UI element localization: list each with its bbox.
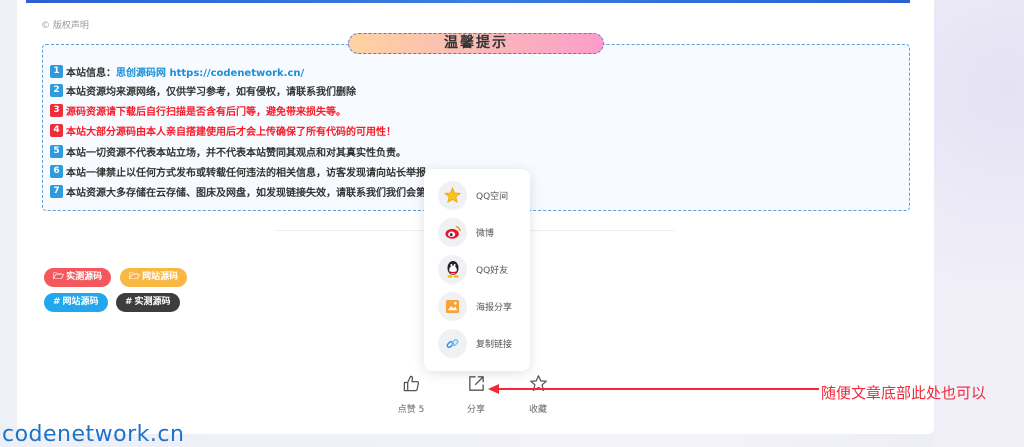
category-tag-2[interactable]: 🗁 网站源码: [120, 268, 188, 287]
notice-number-badge: 1: [50, 64, 63, 78]
notice-row-text: 本站资源大多存储在云存储、图床及网盘，如发现链接失效，请联系我们我们会第: [66, 187, 426, 199]
topic-tag-2[interactable]: # 实测源码: [116, 293, 180, 312]
notice-row-1: 1 本站信息： 思创源码网 https://codenetwork.cn/: [50, 63, 304, 79]
tag-label: 网站源码: [142, 272, 179, 282]
notice-row-2: 2 本站资源均来源网络，仅供学习参考，如有侵权，请联系我们删除: [50, 82, 356, 98]
favorite-button[interactable]: 收藏: [518, 374, 558, 415]
share-label: 分享: [466, 405, 485, 415]
thumbs-up-icon: [403, 375, 419, 392]
folder-icon: 🗁: [129, 272, 141, 282]
weibo-icon: [438, 217, 467, 247]
notice-row-text: 本站一律禁止以任何方式发布或转载任何违法的相关信息，访客发现请向站长举报: [66, 167, 426, 179]
qq-penguin-icon: [438, 254, 467, 284]
share-label: 微博: [476, 228, 495, 239]
site-watermark: codenetwork.cn: [2, 422, 185, 447]
notice-row-text: 源码资源请下载后自行扫描是否含有后门等，避免带来损失等。: [66, 106, 346, 118]
topic-tag-1[interactable]: # 网站源码: [44, 293, 108, 312]
share-icon: [468, 376, 484, 391]
article-top-bar: [26, 0, 910, 3]
notice-row-6: 6 本站一律禁止以任何方式发布或转载任何违法的相关信息，访客发现请向站长举报: [50, 163, 426, 179]
share-qq[interactable]: QQ好友: [438, 254, 508, 284]
folder-icon: 🗁: [53, 272, 65, 282]
share-weibo[interactable]: 微博: [438, 217, 494, 247]
notice-number-badge: 5: [50, 144, 63, 158]
notice-row-5: 5 本站一切资源不代表本站立场，并不代表本站赞同其观点和对其真实性负责。: [50, 143, 406, 159]
category-tag-1[interactable]: 🗁 实测源码: [44, 268, 112, 287]
link-icon: [438, 328, 467, 358]
share-label: 海报分享: [476, 302, 513, 313]
tag-label: 实测源码: [66, 272, 103, 282]
star-outline-icon: [529, 375, 547, 391]
notice-number-badge: 3: [50, 103, 63, 117]
page-background-decor: [934, 0, 1024, 447]
notice-row-text: 本站大部分源码由本人亲自搭建使用后才会上传确保了所有代码的可用性！: [66, 126, 396, 138]
notice-number-badge: 7: [50, 184, 63, 198]
tag-label: 网站源码: [62, 297, 99, 307]
notice-row-7: 7 本站资源大多存储在云存储、图床及网盘，如发现链接失效，请联系我们我们会第: [50, 183, 426, 199]
copyright-label: © 版权声明: [41, 21, 89, 31]
qzone-star-icon: [438, 180, 467, 210]
share-label: 复制链接: [476, 339, 513, 350]
annotation-arrow-line: [497, 388, 819, 390]
notice-row-text: 本站一切资源不代表本站立场，并不代表本站赞同其观点和对其真实性负责。: [66, 147, 406, 159]
annotation-text: 随便文章底部此处也可以: [821, 384, 987, 402]
share-button[interactable]: 分享: [456, 374, 496, 415]
notice-row-4: 4 本站大部分源码由本人亲自搭建使用后才会上传确保了所有代码的可用性！: [50, 122, 396, 138]
share-poster[interactable]: 海报分享: [438, 291, 512, 321]
share-label: QQ空间: [476, 191, 509, 202]
share-qzone[interactable]: QQ空间: [438, 180, 508, 210]
tag-label: 实测源码: [134, 297, 171, 307]
notice-row-3: 3 源码资源请下载后自行扫描是否含有后门等，避免带来损失等。: [50, 102, 346, 118]
like-count-label: 点赞 5: [397, 405, 425, 415]
notice-row-text: 本站资源均来源网络，仅供学习参考，如有侵权，请联系我们删除: [66, 86, 356, 98]
share-label: QQ好友: [476, 265, 509, 276]
share-popup: QQ空间 微博 QQ好友 海报分享 复制链接: [424, 169, 530, 371]
notice-title: 温馨提示: [348, 33, 604, 54]
notice-number-badge: 6: [50, 164, 63, 178]
like-button[interactable]: 点赞 5: [391, 374, 431, 415]
share-copy-link[interactable]: 复制链接: [438, 328, 512, 358]
hash-icon: #: [53, 297, 61, 307]
hash-icon: #: [125, 297, 133, 307]
notice-number-badge: 4: [50, 123, 63, 137]
notice-number-badge: 2: [50, 83, 63, 97]
notice-row-label: 本站信息：: [66, 67, 116, 79]
favorite-label: 收藏: [528, 405, 547, 415]
site-link[interactable]: 思创源码网 https://codenetwork.cn/: [116, 64, 304, 79]
poster-icon: [438, 291, 467, 321]
